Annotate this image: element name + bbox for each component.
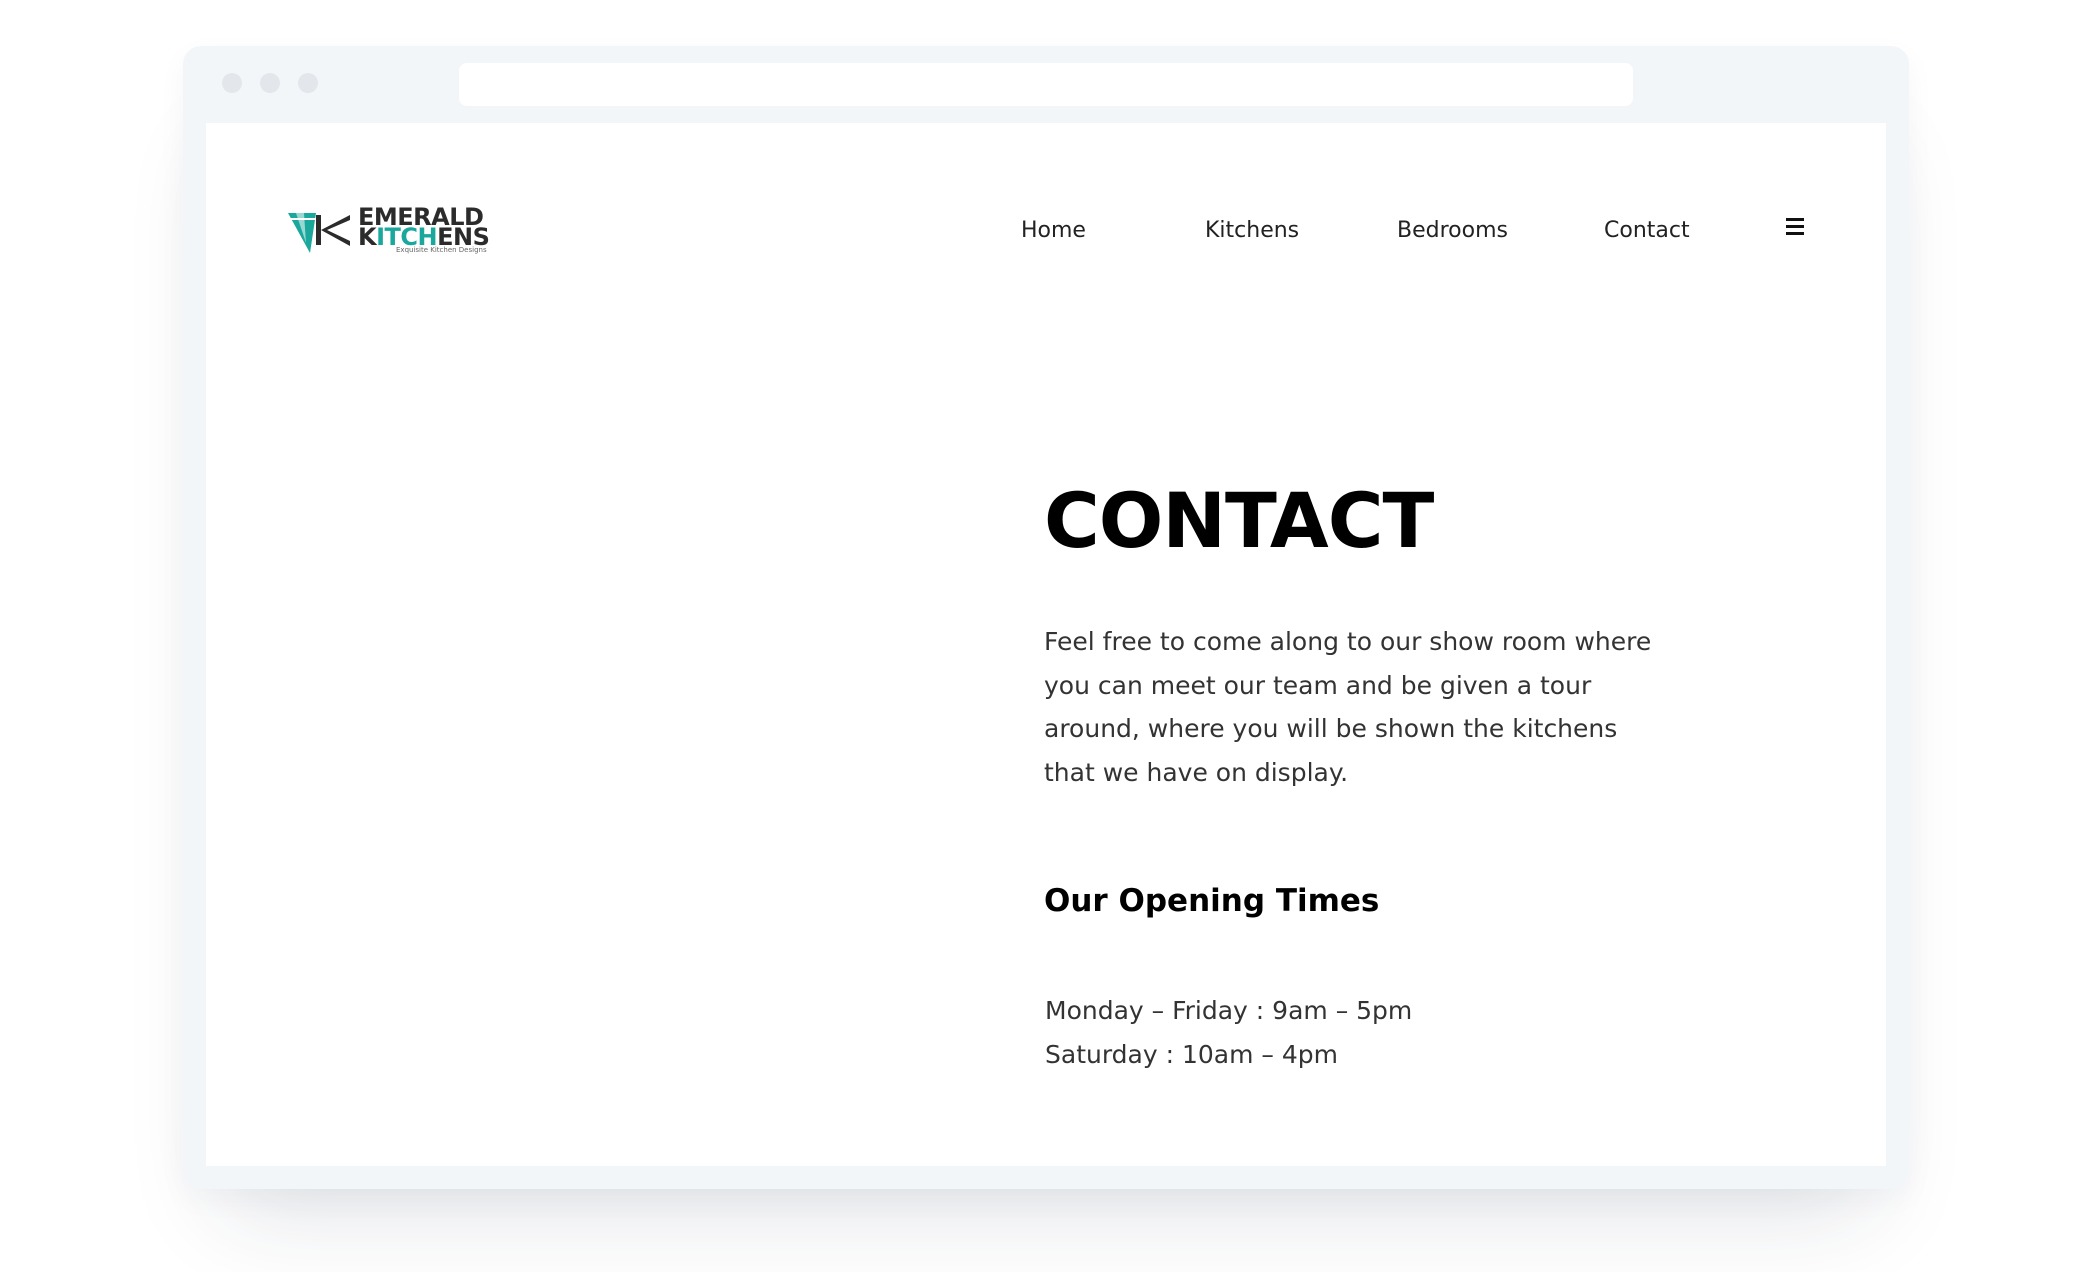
minimize-dot[interactable] xyxy=(260,73,280,93)
nav-bedrooms[interactable]: Bedrooms xyxy=(1397,218,1508,243)
window-controls xyxy=(222,73,318,93)
maximize-dot[interactable] xyxy=(298,73,318,93)
main-nav: Home Kitchens Bedrooms Contact xyxy=(206,218,1886,258)
nav-kitchens[interactable]: Kitchens xyxy=(1205,218,1299,243)
nav-home[interactable]: Home xyxy=(1021,218,1086,243)
page-title: CONTACT xyxy=(1044,476,1434,565)
hours-saturday: Saturday : 10am – 4pm xyxy=(1045,1039,1338,1069)
page-viewport: EMERALD KITCHENS Exquisite Kitchen Desig… xyxy=(206,123,1886,1166)
intro-text: Feel free to come along to our show room… xyxy=(1044,627,1652,787)
opening-times-heading: Our Opening Times xyxy=(1044,883,1380,919)
opening-hours: Monday – Friday : 9am – 5pm Saturday : 1… xyxy=(1045,989,1412,1076)
hamburger-icon[interactable] xyxy=(1786,218,1804,236)
address-bar[interactable] xyxy=(459,63,1633,106)
close-dot[interactable] xyxy=(222,73,242,93)
browser-window: EMERALD KITCHENS Exquisite Kitchen Desig… xyxy=(183,46,1909,1189)
nav-contact[interactable]: Contact xyxy=(1604,218,1690,243)
hours-weekday: Monday – Friday : 9am – 5pm xyxy=(1045,996,1413,1025)
